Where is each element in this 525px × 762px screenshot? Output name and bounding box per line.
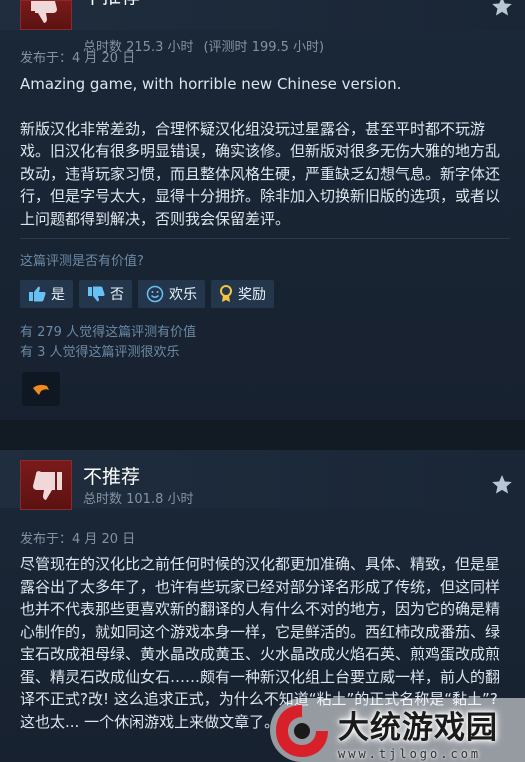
vote-no-label: 否	[110, 287, 124, 303]
thumbs-down-icon	[88, 286, 105, 302]
vote-no-button[interactable]: 否	[79, 280, 132, 308]
vote-yes-button[interactable]: 是	[20, 280, 73, 308]
reaction-emoji-icon	[33, 384, 49, 395]
vote-yes-label: 是	[51, 287, 65, 303]
thumbs-up-icon	[29, 286, 46, 302]
thumbs-down-icon	[33, 471, 62, 500]
watermark-logo-icon	[276, 705, 328, 757]
smiley-icon	[146, 285, 164, 303]
review-header	[0, 450, 525, 508]
review-paragraph: Amazing game, with horrible new Chinese …	[20, 75, 402, 93]
review-card-1: 不推荐 总时数 215.3 小时(评测时 199.5 小时) 发布于：4 月 2…	[0, 0, 525, 420]
watermark-text: 大统游戏园 www.tjlogo.com	[338, 702, 498, 761]
star-icon[interactable]	[491, 474, 513, 496]
award-button[interactable]: 奖励	[211, 280, 274, 308]
review-body: Amazing game, with horrible new Chinese …	[20, 73, 510, 230]
review-header	[0, 0, 525, 30]
vote-buttons: 是 否 欢乐 奖励	[20, 280, 274, 308]
thumbs-down-icon	[31, 1, 57, 23]
watermark: 大统游戏园 www.tjlogo.com	[272, 700, 522, 762]
funny-count: 有 3 人觉得这篇评测很欢乐	[20, 345, 180, 360]
divider	[20, 238, 510, 239]
helpful-question: 这篇评测是否有价值?	[20, 254, 144, 269]
hours-at-review: (评测时 199.5 小时)	[203, 40, 325, 55]
watermark-title: 大统游戏园	[338, 709, 498, 746]
helpful-count: 有 279 人觉得这篇评测有价值	[20, 325, 197, 340]
post-date: 发布于：4 月 20 日	[20, 51, 136, 66]
award-ribbon-icon	[220, 285, 232, 302]
vote-funny-label: 欢乐	[169, 287, 197, 303]
star-icon[interactable]	[491, 0, 513, 18]
vote-funny-button[interactable]: 欢乐	[138, 280, 205, 308]
thumbs-down-badge	[20, 460, 72, 510]
review-paragraph: 新版汉化非常差劲，合理怀疑汉化组没玩过星露谷，甚至平时都不玩游戏。旧汉化有很多明…	[20, 119, 501, 228]
award-label: 奖励	[238, 287, 266, 303]
thumbs-down-badge	[20, 0, 72, 30]
reaction-badge[interactable]	[22, 372, 60, 406]
review-separator	[0, 420, 525, 450]
watermark-url: www.tjlogo.com	[338, 746, 482, 761]
review-verdict: 不推荐	[83, 466, 141, 488]
total-hours: 总时数 101.8 小时	[83, 492, 194, 507]
post-date: 发布于：4 月 20 日	[20, 532, 136, 547]
review-verdict: 不推荐	[83, 0, 140, 9]
review-stats: 有 279 人觉得这篇评测有价值 有 3 人觉得这篇评测很欢乐	[20, 323, 196, 363]
